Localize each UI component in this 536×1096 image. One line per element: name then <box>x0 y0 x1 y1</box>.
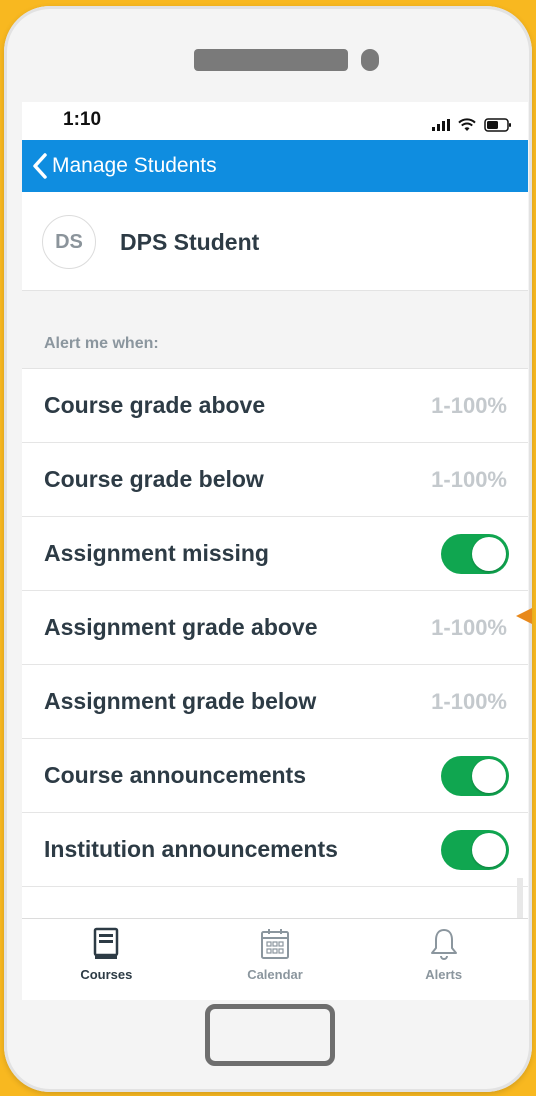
chevron-left-icon <box>33 153 47 179</box>
wifi-icon <box>458 118 476 131</box>
threshold-value[interactable]: 1-100% <box>431 393 507 419</box>
student-header: DS DPS Student <box>22 192 528 291</box>
threshold-value[interactable]: 1-100% <box>431 615 507 641</box>
phone-frame: 1:10 Manage Students DS DPS Student Aler… <box>4 6 532 1092</box>
avatar: DS <box>42 215 96 269</box>
status-bar: 1:10 <box>22 102 528 140</box>
alert-row-assignment-grade-above[interactable]: Assignment grade above 1-100% <box>22 591 528 665</box>
back-button[interactable]: Manage Students <box>32 152 217 180</box>
threshold-value[interactable]: 1-100% <box>431 689 507 715</box>
row-label: Course grade below <box>44 466 264 492</box>
tab-courses[interactable]: Courses <box>22 919 191 1000</box>
home-button[interactable] <box>205 1004 335 1066</box>
toggle-knob <box>472 832 506 867</box>
threshold-value[interactable]: 1-100% <box>431 467 507 493</box>
row-label: Course announcements <box>44 762 306 788</box>
front-camera <box>361 49 379 71</box>
toggle-knob <box>472 536 506 571</box>
speaker-grille <box>194 49 348 71</box>
assignment-missing-toggle[interactable] <box>441 533 509 574</box>
alert-row-assignment-grade-below[interactable]: Assignment grade below 1-100% <box>22 665 528 739</box>
row-label: Institution announcements <box>44 836 338 862</box>
signal-icon <box>432 119 450 131</box>
row-label: Assignment grade below <box>44 688 317 714</box>
course-announcements-toggle[interactable] <box>441 755 509 796</box>
back-label: Manage Students <box>52 154 217 177</box>
row-label: Assignment missing <box>44 540 269 566</box>
alert-settings-list: Course grade above 1-100% Course grade b… <box>22 369 528 887</box>
row-label: Course grade above <box>44 392 266 418</box>
app-screen: 1:10 Manage Students DS DPS Student Aler… <box>22 102 528 1000</box>
section-label: Alert me when: <box>44 335 159 352</box>
status-time: 1:10 <box>63 109 102 130</box>
alert-row-institution-announcements: Institution announcements <box>22 813 528 887</box>
tab-label: Alerts <box>425 967 463 982</box>
battery-icon <box>484 118 511 132</box>
alert-row-course-announcements: Course announcements <box>22 739 528 813</box>
alert-row-course-grade-below[interactable]: Course grade below 1-100% <box>22 443 528 517</box>
calendar-icon <box>261 929 289 959</box>
toggle-knob <box>472 758 506 793</box>
alerts-section-header: Alert me when: <box>22 291 528 369</box>
tab-calendar[interactable]: Calendar <box>191 919 360 1000</box>
status-icons <box>432 118 512 132</box>
nav-bar: Manage Students <box>22 140 528 192</box>
alert-row-assignment-missing: Assignment missing <box>22 517 528 591</box>
book-icon <box>94 927 119 959</box>
tab-label: Courses <box>80 967 133 982</box>
pointer-arrow-icon <box>516 608 532 624</box>
alert-row-course-grade-above[interactable]: Course grade above 1-100% <box>22 369 528 443</box>
tab-alerts[interactable]: Alerts <box>359 919 528 1000</box>
row-label: Assignment grade above <box>44 614 318 640</box>
student-name: DPS Student <box>120 229 260 255</box>
bell-icon <box>430 929 457 960</box>
tab-bar: Courses Calendar Alerts <box>22 918 528 1000</box>
tab-label: Calendar <box>247 967 303 982</box>
institution-announcements-toggle[interactable] <box>441 829 509 870</box>
